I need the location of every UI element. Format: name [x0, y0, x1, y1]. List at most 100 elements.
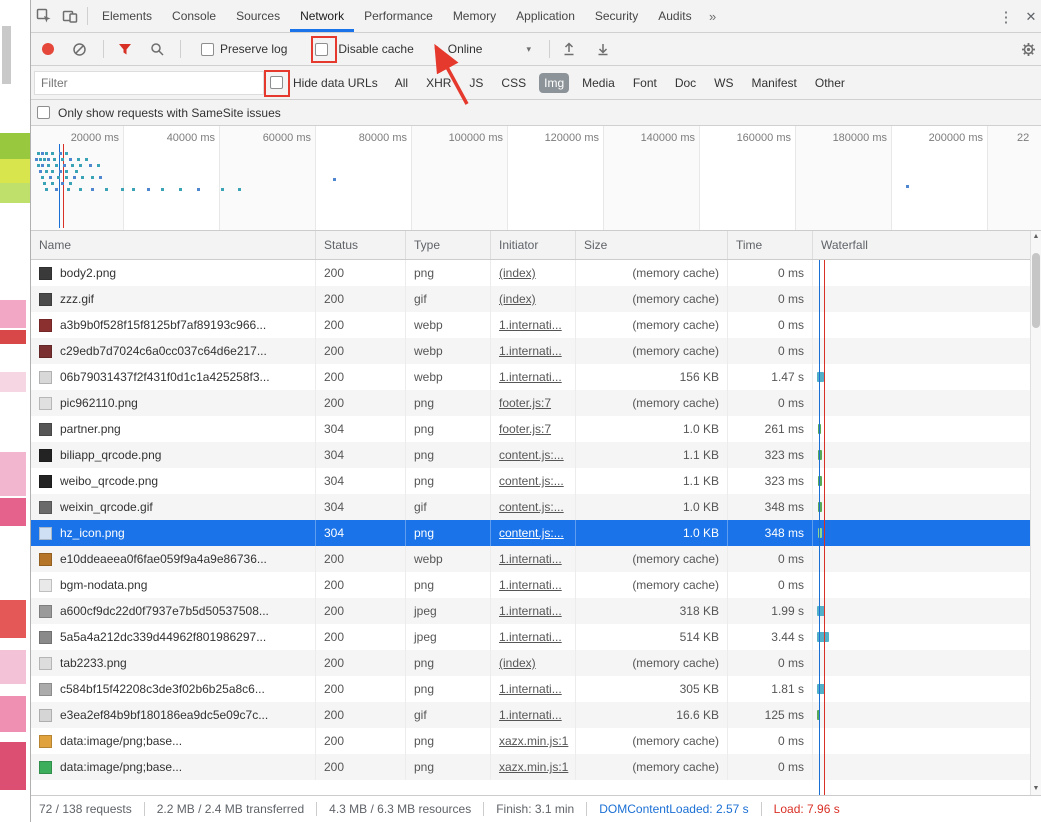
request-dot [53, 158, 56, 161]
request-dot [221, 188, 224, 191]
initiator-link[interactable]: 1.internati... [499, 630, 562, 644]
initiator-link[interactable]: footer.js:7 [499, 396, 551, 410]
table-row[interactable]: hz_icon.png 304 png content.js:... 1.0 KB 348… [31, 520, 1031, 546]
filter-chip-manifest[interactable]: Manifest [747, 73, 802, 93]
filter-chip-other[interactable]: Other [810, 73, 850, 93]
tab-sources[interactable]: Sources [226, 0, 290, 32]
filter-chip-js[interactable]: JS [464, 73, 488, 93]
settings-gear-icon[interactable] [1021, 33, 1041, 66]
request-dot [39, 170, 42, 173]
filter-chip-img[interactable]: Img [539, 72, 570, 93]
column-header-initiator[interactable]: Initiator [491, 231, 576, 259]
samesite-label[interactable]: Only show requests with SameSite issues [58, 106, 281, 120]
tab-network[interactable]: Network [290, 0, 354, 32]
initiator-link[interactable]: (index) [499, 292, 536, 306]
initiator-link[interactable]: content.js:... [499, 526, 564, 540]
table-row[interactable]: biliapp_qrcode.png 304 png content.js:... 1.… [31, 442, 1031, 468]
filter-chip-ws[interactable]: WS [709, 73, 738, 93]
table-row[interactable]: e10ddeaeea0f6fae059f9a4a9e86736... 200 web… [31, 546, 1031, 572]
initiator-link[interactable]: 1.internati... [499, 708, 562, 722]
table-row[interactable]: body2.png 200 png (index) (memory cache) 0 ms [31, 260, 1031, 286]
inspect-element-icon[interactable] [31, 0, 57, 32]
filter-chip-font[interactable]: Font [628, 73, 662, 93]
filter-chip-xhr[interactable]: XHR [421, 73, 456, 93]
hide-data-urls-label[interactable]: Hide data URLs [293, 76, 378, 90]
samesite-filter-row: Only show requests with SameSite issues [31, 100, 1041, 126]
tab-console[interactable]: Console [162, 0, 226, 32]
initiator-link[interactable]: 1.internati... [499, 604, 562, 618]
column-header-time[interactable]: Time [728, 231, 813, 259]
initiator-link[interactable]: footer.js:7 [499, 422, 551, 436]
column-header-status[interactable]: Status [316, 231, 406, 259]
filter-toggle-button[interactable] [118, 42, 132, 56]
table-row[interactable]: tab2233.png 200 png (index) (memory cache) 0 … [31, 650, 1031, 676]
table-row[interactable]: data:image/png;base... 200 png xazx.min.js:… [31, 754, 1031, 780]
preserve-log-checkbox[interactable] [201, 42, 214, 56]
scroll-down-icon[interactable]: ▼ [1031, 783, 1041, 795]
network-overview[interactable]: 20000 ms 40000 ms 60000 ms 80000 ms 100000 m… [31, 126, 1041, 231]
table-row[interactable]: zzz.gif 200 gif (index) (memory cache) 0 ms [31, 286, 1031, 312]
tab-security[interactable]: Security [585, 0, 648, 32]
hide-data-urls-checkbox[interactable] [270, 76, 283, 89]
network-toolbar: Preserve log Disable cache Online ▾ [31, 33, 1041, 66]
disable-cache-checkbox[interactable] [315, 42, 329, 56]
initiator-link[interactable]: xazx.min.js:1 [499, 734, 568, 748]
initiator-link[interactable]: content.js:... [499, 500, 564, 514]
initiator-link[interactable]: 1.internati... [499, 318, 562, 332]
search-button[interactable] [150, 42, 164, 56]
table-scrollbar[interactable]: ▲ ▼ [1030, 231, 1041, 795]
preserve-log-label[interactable]: Preserve log [220, 42, 287, 56]
disable-cache-label[interactable]: Disable cache [338, 42, 413, 56]
export-har-button[interactable] [596, 42, 610, 56]
initiator-link[interactable]: (index) [499, 656, 536, 670]
import-har-button[interactable] [562, 42, 576, 56]
table-row[interactable]: 06b79031437f2f431f0d1c1a425258f3... 200 we… [31, 364, 1031, 390]
filter-chip-css[interactable]: CSS [496, 73, 531, 93]
filter-chip-media[interactable]: Media [577, 73, 620, 93]
table-row[interactable]: a3b9b0f528f15f8125bf7af89193c966... 200 we… [31, 312, 1031, 338]
table-row[interactable]: 5a5a4a212dc339d44962f801986297... 200 jpeg… [31, 624, 1031, 650]
initiator-link[interactable]: xazx.min.js:1 [499, 760, 568, 774]
scroll-up-icon[interactable]: ▲ [1031, 231, 1041, 243]
initiator-link[interactable]: (index) [499, 266, 536, 280]
table-row[interactable]: data:image/png;base... 200 png xazx.min.js:… [31, 728, 1031, 754]
filter-input[interactable] [34, 70, 264, 95]
initiator-link[interactable]: 1.internati... [499, 370, 562, 384]
initiator-link[interactable]: 1.internati... [499, 682, 562, 696]
request-name-cell: tab2233.png [31, 650, 316, 676]
more-tabs-icon[interactable]: » [702, 0, 724, 32]
tab-elements[interactable]: Elements [92, 0, 162, 32]
column-header-waterfall[interactable]: Waterfall [813, 231, 1031, 259]
table-row[interactable]: a600cf9dc22d0f7937e7b5d50537508... 200 jpe… [31, 598, 1031, 624]
tab-performance[interactable]: Performance [354, 0, 443, 32]
column-header-size[interactable]: Size [576, 231, 728, 259]
samesite-checkbox[interactable] [37, 106, 50, 119]
tab-application[interactable]: Application [506, 0, 585, 32]
table-row[interactable]: weixin_qrcode.gif 304 gif content.js:... 1.0… [31, 494, 1031, 520]
initiator-link[interactable]: content.js:... [499, 474, 564, 488]
filter-chip-doc[interactable]: Doc [670, 73, 701, 93]
initiator-link[interactable]: 1.internati... [499, 344, 562, 358]
close-devtools-icon[interactable]: ✕ [1021, 0, 1041, 33]
throttling-dropdown[interactable]: Online ▾ [448, 42, 531, 56]
filter-chip-all[interactable]: All [390, 73, 413, 93]
clear-button[interactable] [72, 42, 87, 57]
table-row[interactable]: partner.png 304 png footer.js:7 1.0 KB 261 ms [31, 416, 1031, 442]
tab-memory[interactable]: Memory [443, 0, 506, 32]
table-row[interactable]: e3ea2ef84b9bf180186ea9dc5e09c7c... 200 gif… [31, 702, 1031, 728]
record-button[interactable] [42, 43, 54, 55]
table-row[interactable]: c584bf15f42208c3de3f02b6b25a8c6... 200 png… [31, 676, 1031, 702]
table-row[interactable]: weibo_qrcode.png 304 png content.js:... 1.1 … [31, 468, 1031, 494]
devtools-menu-icon[interactable]: ⋮ [995, 0, 1017, 33]
column-header-type[interactable]: Type [406, 231, 491, 259]
tab-audits[interactable]: Audits [648, 0, 701, 32]
scrollbar-thumb[interactable] [1032, 253, 1040, 328]
initiator-link[interactable]: content.js:... [499, 448, 564, 462]
table-row[interactable]: bgm-nodata.png 200 png 1.internati... (memor… [31, 572, 1031, 598]
initiator-link[interactable]: 1.internati... [499, 578, 562, 592]
initiator-link[interactable]: 1.internati... [499, 552, 562, 566]
device-toolbar-icon[interactable] [57, 0, 83, 32]
table-row[interactable]: c29edb7d7024c6a0cc037c64d6e217... 200 webp… [31, 338, 1031, 364]
table-row[interactable]: pic962110.png 200 png footer.js:7 (memory ca… [31, 390, 1031, 416]
column-header-name[interactable]: Name [31, 231, 316, 259]
